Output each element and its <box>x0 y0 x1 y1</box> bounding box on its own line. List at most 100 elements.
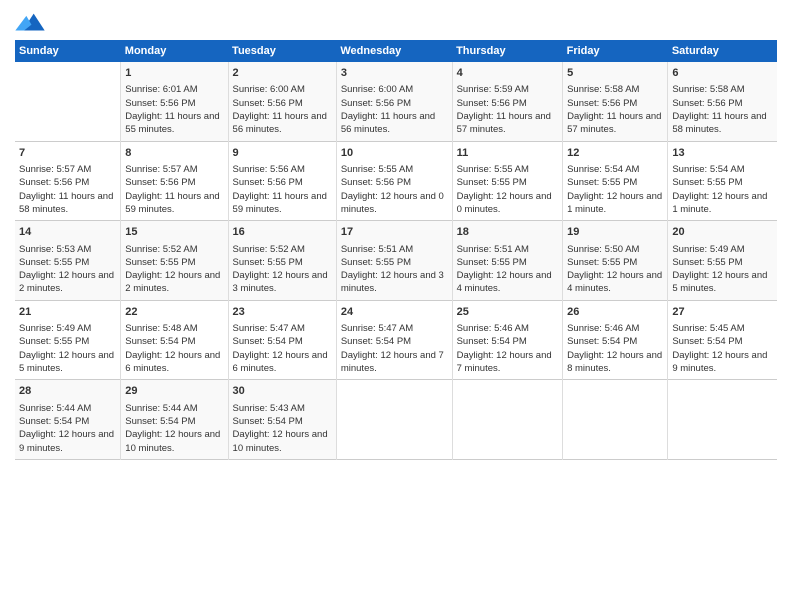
col-sunday: Sunday <box>15 40 121 62</box>
daylight: Daylight: 11 hours and 56 minutes. <box>341 111 435 135</box>
day-number: 20 <box>672 225 773 240</box>
daylight: Daylight: 12 hours and 8 minutes. <box>567 350 662 374</box>
day-number: 29 <box>125 384 223 399</box>
day-cell: 28Sunrise: 5:44 AMSunset: 5:54 PMDayligh… <box>15 380 121 460</box>
sunset: Sunset: 5:55 PM <box>19 336 89 347</box>
day-cell: 19Sunrise: 5:50 AMSunset: 5:55 PMDayligh… <box>563 221 668 301</box>
sunset: Sunset: 5:56 PM <box>341 177 411 188</box>
daylight: Daylight: 12 hours and 4 minutes. <box>567 270 662 294</box>
day-cell <box>452 380 563 460</box>
page: Sunday Monday Tuesday Wednesday Thursday… <box>0 0 792 612</box>
daylight: Daylight: 12 hours and 9 minutes. <box>19 429 114 453</box>
sunset: Sunset: 5:54 PM <box>672 336 742 347</box>
sunset: Sunset: 5:55 PM <box>567 257 637 268</box>
sunset: Sunset: 5:55 PM <box>341 257 411 268</box>
sunrise: Sunrise: 6:00 AM <box>233 84 305 95</box>
sunrise: Sunrise: 5:58 AM <box>567 84 639 95</box>
sunset: Sunset: 5:54 PM <box>233 416 303 427</box>
daylight: Daylight: 12 hours and 4 minutes. <box>457 270 552 294</box>
daylight: Daylight: 12 hours and 5 minutes. <box>19 350 114 374</box>
sunset: Sunset: 5:56 PM <box>341 98 411 109</box>
sunrise: Sunrise: 5:44 AM <box>19 403 91 414</box>
day-number: 14 <box>19 225 116 240</box>
day-cell: 20Sunrise: 5:49 AMSunset: 5:55 PMDayligh… <box>668 221 777 301</box>
day-number: 15 <box>125 225 223 240</box>
col-thursday: Thursday <box>452 40 563 62</box>
day-number: 8 <box>125 146 223 161</box>
day-cell: 2Sunrise: 6:00 AMSunset: 5:56 PMDaylight… <box>228 62 336 141</box>
daylight: Daylight: 12 hours and 7 minutes. <box>457 350 552 374</box>
sunset: Sunset: 5:56 PM <box>233 98 303 109</box>
sunrise: Sunrise: 5:49 AM <box>19 323 91 334</box>
sunset: Sunset: 5:54 PM <box>125 336 195 347</box>
day-number: 9 <box>233 146 332 161</box>
day-cell: 21Sunrise: 5:49 AMSunset: 5:55 PMDayligh… <box>15 300 121 380</box>
day-cell: 22Sunrise: 5:48 AMSunset: 5:54 PMDayligh… <box>121 300 228 380</box>
day-cell: 26Sunrise: 5:46 AMSunset: 5:54 PMDayligh… <box>563 300 668 380</box>
sunset: Sunset: 5:55 PM <box>125 257 195 268</box>
day-number: 30 <box>233 384 332 399</box>
day-cell: 3Sunrise: 6:00 AMSunset: 5:56 PMDaylight… <box>336 62 452 141</box>
day-cell: 24Sunrise: 5:47 AMSunset: 5:54 PMDayligh… <box>336 300 452 380</box>
sunrise: Sunrise: 5:45 AM <box>672 323 744 334</box>
header <box>15 10 777 32</box>
col-tuesday: Tuesday <box>228 40 336 62</box>
sunset: Sunset: 5:56 PM <box>457 98 527 109</box>
day-cell: 30Sunrise: 5:43 AMSunset: 5:54 PMDayligh… <box>228 380 336 460</box>
day-cell: 9 Sunrise: 5:56 AM Sunset: 5:56 PM Daylight… <box>228 141 336 221</box>
day-number: 7 <box>19 146 116 161</box>
day-cell: 11Sunrise: 5:55 AMSunset: 5:55 PMDayligh… <box>452 141 563 221</box>
day-cell: 12Sunrise: 5:54 AMSunset: 5:55 PMDayligh… <box>563 141 668 221</box>
day-cell: 25Sunrise: 5:46 AMSunset: 5:54 PMDayligh… <box>452 300 563 380</box>
col-friday: Friday <box>563 40 668 62</box>
sunrise: Sunrise: 5:52 AM <box>125 244 197 255</box>
sunset: Sunset: 5:56 PM <box>125 98 195 109</box>
sunrise: Sunrise: 5:56 AM <box>233 164 305 175</box>
day-number: 13 <box>672 146 773 161</box>
sunrise: Sunrise: 5:44 AM <box>125 403 197 414</box>
sunrise: Sunrise: 5:55 AM <box>457 164 529 175</box>
sunset: Sunset: 5:55 PM <box>19 257 89 268</box>
daylight: Daylight: 12 hours and 0 minutes. <box>341 191 444 215</box>
day-cell: 8Sunrise: 5:57 AMSunset: 5:56 PMDaylight… <box>121 141 228 221</box>
daylight: Daylight: 12 hours and 1 minute. <box>567 191 662 215</box>
daylight: Daylight: 11 hours and 55 minutes. <box>125 111 219 135</box>
sunset: Sunset: 5:56 PM <box>233 177 303 188</box>
sunrise: Sunrise: 6:01 AM <box>125 84 197 95</box>
day-cell: 10Sunrise: 5:55 AMSunset: 5:56 PMDayligh… <box>336 141 452 221</box>
sunset: Sunset: 5:54 PM <box>341 336 411 347</box>
day-cell: 15Sunrise: 5:52 AMSunset: 5:55 PMDayligh… <box>121 221 228 301</box>
day-cell: 6Sunrise: 5:58 AMSunset: 5:56 PMDaylight… <box>668 62 777 141</box>
sunrise: Sunrise: 5:54 AM <box>672 164 744 175</box>
day-cell: 27Sunrise: 5:45 AMSunset: 5:54 PMDayligh… <box>668 300 777 380</box>
day-number: 28 <box>19 384 116 399</box>
day-number: 3 <box>341 66 448 81</box>
sunrise: Sunrise: 5:48 AM <box>125 323 197 334</box>
daylight: Daylight: 12 hours and 0 minutes. <box>457 191 552 215</box>
daylight: Daylight: 12 hours and 5 minutes. <box>672 270 767 294</box>
day-number: 4 <box>457 66 559 81</box>
daylight: Daylight: 11 hours and 59 minutes. <box>233 191 327 215</box>
daylight: Daylight: 12 hours and 9 minutes. <box>672 350 767 374</box>
sunrise: Sunrise: 5:53 AM <box>19 244 91 255</box>
calendar-table: Sunday Monday Tuesday Wednesday Thursday… <box>15 40 777 460</box>
day-number: 16 <box>233 225 332 240</box>
sunrise: Sunrise: 5:58 AM <box>672 84 744 95</box>
sunset: Sunset: 5:55 PM <box>233 257 303 268</box>
day-cell <box>336 380 452 460</box>
sunset: Sunset: 5:54 PM <box>567 336 637 347</box>
day-number: 25 <box>457 305 559 320</box>
logo <box>15 10 49 32</box>
day-number: 12 <box>567 146 663 161</box>
day-cell: 1Sunrise: 6:01 AMSunset: 5:56 PMDaylight… <box>121 62 228 141</box>
day-cell: 29Sunrise: 5:44 AMSunset: 5:54 PMDayligh… <box>121 380 228 460</box>
day-cell: 4Sunrise: 5:59 AMSunset: 5:56 PMDaylight… <box>452 62 563 141</box>
daylight: Daylight: 12 hours and 2 minutes. <box>19 270 114 294</box>
week-row-4: 28 Sunrise: 5:44 AM Sunset: 5:54 PM Dayligh… <box>15 380 777 460</box>
daylight: Daylight: 12 hours and 10 minutes. <box>233 429 328 453</box>
day-number: 19 <box>567 225 663 240</box>
day-cell <box>15 62 121 141</box>
day-number: 11 <box>457 146 559 161</box>
day-number: 6 <box>672 66 773 81</box>
week-row-1: 7Sunrise: 5:57 AMSunset: 5:56 PMDaylight… <box>15 141 777 221</box>
